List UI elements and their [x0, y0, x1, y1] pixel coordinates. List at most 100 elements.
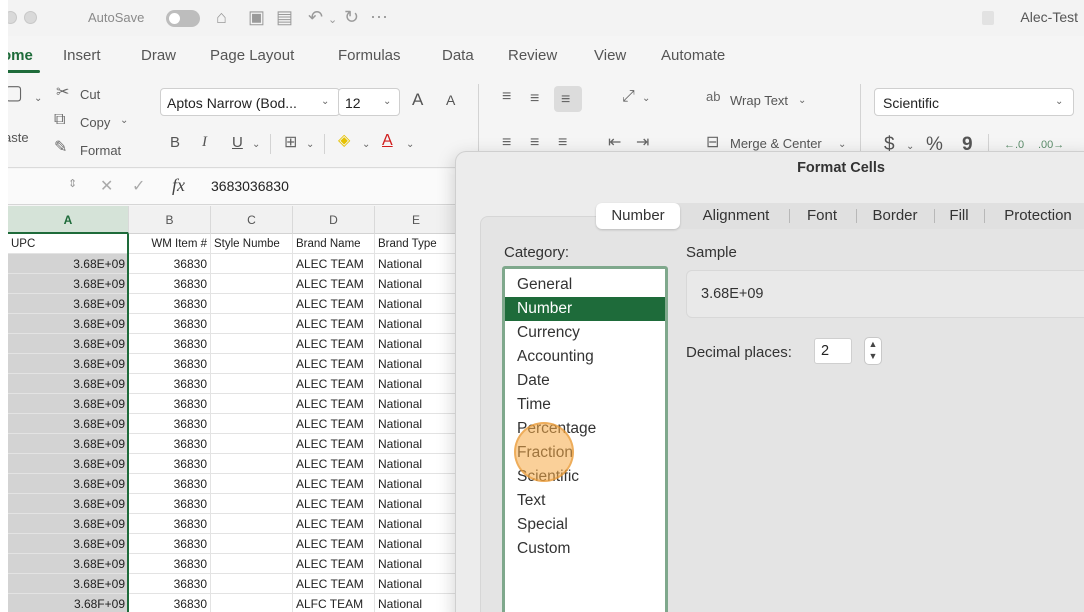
- cell[interactable]: 3.68E+09: [8, 294, 129, 314]
- cell[interactable]: 3.68E+09: [8, 514, 129, 534]
- cell[interactable]: [211, 474, 293, 494]
- align-bottom-button[interactable]: ≡: [554, 86, 582, 112]
- tab-home[interactable]: ome: [8, 47, 33, 64]
- category-item-currency[interactable]: Currency: [505, 321, 665, 345]
- align-left-icon[interactable]: ≡: [502, 134, 511, 152]
- chevron-down-icon[interactable]: ▼: [865, 350, 881, 362]
- decimal-places-stepper[interactable]: ▲ ▼: [864, 337, 882, 365]
- insert-function-button[interactable]: fx: [172, 176, 185, 194]
- category-item-date[interactable]: Date: [505, 369, 665, 393]
- format-painter-button[interactable]: Format: [80, 143, 121, 158]
- cell[interactable]: [211, 494, 293, 514]
- cell[interactable]: ALEC TEAM: [293, 254, 375, 274]
- cell[interactable]: 36830: [129, 414, 211, 434]
- cell[interactable]: ALEC TEAM: [293, 354, 375, 374]
- cell[interactable]: 3.68E+09: [8, 354, 129, 374]
- cell[interactable]: 3.68E+09: [8, 434, 129, 454]
- cell[interactable]: ALEC TEAM: [293, 514, 375, 534]
- window-minimize-button[interactable]: [8, 11, 17, 24]
- cancel-entry-icon[interactable]: ✕: [100, 178, 113, 196]
- cell[interactable]: 36830: [129, 274, 211, 294]
- paste-dropdown-icon[interactable]: ⌄: [34, 90, 42, 108]
- cell[interactable]: 36830: [129, 554, 211, 574]
- column-header-b[interactable]: B: [129, 206, 211, 234]
- align-middle-icon[interactable]: ≡: [530, 90, 539, 108]
- cell[interactable]: 36830: [129, 594, 211, 612]
- cell[interactable]: ALEC TEAM: [293, 374, 375, 394]
- cell[interactable]: National: [375, 534, 458, 554]
- more-icon[interactable]: ⋯: [370, 6, 388, 28]
- cell[interactable]: [211, 454, 293, 474]
- cell[interactable]: National: [375, 594, 458, 612]
- cell[interactable]: ALEC TEAM: [293, 574, 375, 594]
- cell[interactable]: 3.68E+09: [8, 554, 129, 574]
- align-center-icon[interactable]: ≡: [530, 134, 539, 152]
- tab-formulas[interactable]: Formulas: [338, 47, 401, 64]
- cell[interactable]: 3.68E+09: [8, 454, 129, 474]
- font-color-dropdown-icon[interactable]: ⌄: [406, 136, 414, 154]
- cell[interactable]: [211, 394, 293, 414]
- cell[interactable]: National: [375, 294, 458, 314]
- column-header-a[interactable]: A: [8, 206, 129, 234]
- category-item-number[interactable]: Number: [505, 297, 665, 321]
- cell[interactable]: 36830: [129, 354, 211, 374]
- chevron-up-icon[interactable]: ▲: [865, 338, 881, 350]
- cell[interactable]: Style Numbe: [211, 234, 293, 254]
- cell[interactable]: UPC: [8, 234, 129, 254]
- cell[interactable]: 36830: [129, 374, 211, 394]
- wrap-text-icon[interactable]: ab: [706, 88, 720, 106]
- cell[interactable]: 3.68E+09: [8, 374, 129, 394]
- fill-color-icon[interactable]: ◈: [338, 132, 350, 150]
- tab-insert[interactable]: Insert: [63, 47, 101, 64]
- cell[interactable]: 3.68E+09: [8, 534, 129, 554]
- window-zoom-button[interactable]: [24, 11, 37, 24]
- borders-dropdown-icon[interactable]: ⌄: [306, 136, 314, 154]
- cell[interactable]: National: [375, 394, 458, 414]
- cell[interactable]: National: [375, 454, 458, 474]
- tab-font[interactable]: Font: [792, 203, 852, 229]
- underline-button[interactable]: U: [232, 134, 243, 151]
- home-icon[interactable]: ⌂: [216, 6, 227, 28]
- font-size-select[interactable]: 12 ⌄: [338, 88, 400, 116]
- cell[interactable]: [211, 354, 293, 374]
- category-item-custom[interactable]: Custom: [505, 537, 665, 561]
- cell[interactable]: ALEC TEAM: [293, 454, 375, 474]
- copy-button[interactable]: Copy: [80, 115, 110, 130]
- tab-draw[interactable]: Draw: [141, 47, 176, 64]
- tab-automate[interactable]: Automate: [661, 47, 725, 64]
- cell[interactable]: National: [375, 254, 458, 274]
- cell[interactable]: [211, 374, 293, 394]
- cell[interactable]: 36830: [129, 574, 211, 594]
- cell[interactable]: [211, 334, 293, 354]
- cell[interactable]: Brand Name: [293, 234, 375, 254]
- orientation-icon[interactable]: ⤢: [622, 88, 635, 106]
- merge-center-button[interactable]: Merge & Center: [730, 136, 822, 151]
- increase-indent-icon[interactable]: ⇥: [636, 134, 649, 152]
- cell[interactable]: 3.68E+09: [8, 254, 129, 274]
- decrease-indent-icon[interactable]: ⇤: [608, 134, 621, 152]
- italic-button[interactable]: I: [202, 134, 207, 151]
- tab-review[interactable]: Review: [508, 47, 557, 64]
- cell[interactable]: 36830: [129, 434, 211, 454]
- undo-icon[interactable]: ↶: [308, 6, 323, 28]
- cell[interactable]: 36830: [129, 534, 211, 554]
- cell[interactable]: National: [375, 354, 458, 374]
- cell[interactable]: [211, 254, 293, 274]
- cut-icon[interactable]: ✂: [56, 84, 69, 102]
- borders-icon[interactable]: ⊞: [284, 134, 297, 152]
- autosave-toggle[interactable]: [166, 10, 200, 27]
- cell[interactable]: ALEC TEAM: [293, 434, 375, 454]
- cut-button[interactable]: Cut: [80, 87, 100, 102]
- number-format-select[interactable]: Scientific ⌄: [874, 88, 1074, 116]
- cell[interactable]: ALEC TEAM: [293, 314, 375, 334]
- cell[interactable]: 3.68E+09: [8, 394, 129, 414]
- cell[interactable]: ALEC TEAM: [293, 554, 375, 574]
- cell[interactable]: 36830: [129, 314, 211, 334]
- fill-color-dropdown-icon[interactable]: ⌄: [362, 136, 370, 154]
- cell[interactable]: ALFC TEAM: [293, 594, 375, 612]
- cell[interactable]: 3.68E+09: [8, 334, 129, 354]
- column-header-c[interactable]: C: [211, 206, 293, 234]
- wrap-text-dropdown-icon[interactable]: ⌄: [798, 92, 806, 110]
- cell[interactable]: National: [375, 434, 458, 454]
- cell[interactable]: 36830: [129, 454, 211, 474]
